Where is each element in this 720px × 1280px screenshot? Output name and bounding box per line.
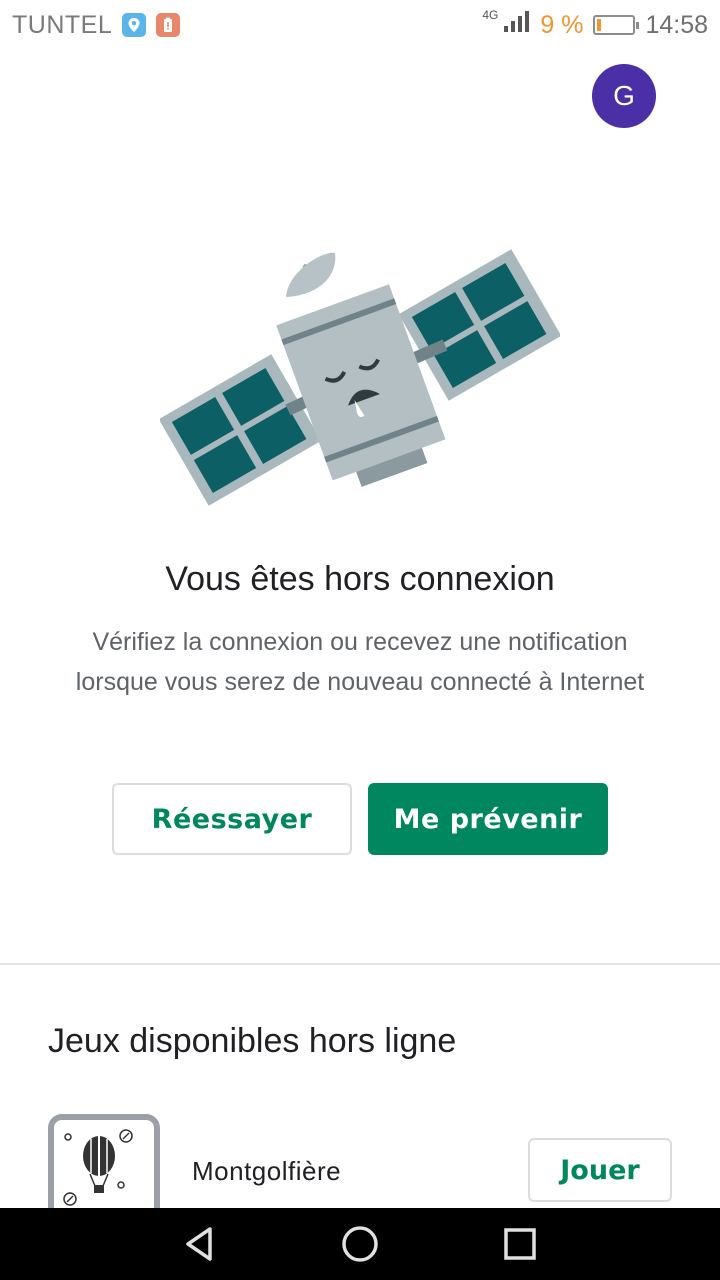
offline-description: Vérifiez la connexion ou recevez une not… — [75, 628, 645, 696]
account-avatar[interactable]: G — [592, 64, 656, 128]
carrier-name: TUNTEL — [12, 10, 113, 39]
status-right: 4G 9 % 14:58 — [482, 8, 708, 41]
clock: 14:58 — [645, 10, 708, 39]
back-icon[interactable] — [170, 1214, 230, 1274]
retry-button[interactable]: Réessayer — [112, 783, 352, 855]
list-item[interactable]: Montgolfière Jouer — [0, 1110, 720, 1226]
offline-title: Vous êtes hors connexion — [165, 560, 555, 598]
navigation-bar — [0, 1208, 720, 1280]
battery-icon — [593, 15, 640, 35]
home-icon[interactable] — [330, 1214, 390, 1274]
battery-alert-icon — [156, 13, 181, 37]
location-icon — [122, 13, 147, 37]
recents-icon[interactable] — [490, 1214, 550, 1274]
signal-icon — [502, 10, 530, 41]
play-button[interactable]: Jouer — [528, 1138, 672, 1202]
section-divider — [0, 963, 720, 965]
battery-percent: 9 % — [540, 10, 584, 39]
status-left: TUNTEL — [12, 10, 181, 40]
offline-games-title: Jeux disponibles hors ligne — [48, 1022, 457, 1060]
network-type: 4G — [482, 8, 499, 22]
play-store-offline-screen: TUNTEL 4G 9 % 14:58 G Vous êtes hors con… — [0, 0, 720, 1280]
satellite-illustration — [158, 245, 562, 525]
notify-me-button[interactable]: Me prévenir — [368, 783, 608, 855]
status-bar: TUNTEL 4G 9 % 14:58 — [0, 0, 720, 50]
game-name: Montgolfière — [192, 1156, 342, 1186]
